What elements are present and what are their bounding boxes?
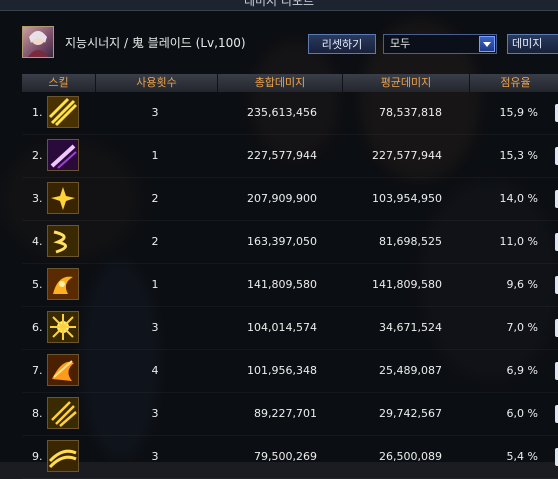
row-share: 5,4 % — [506, 450, 538, 463]
window-title: 데미지 리포트 — [243, 0, 315, 8]
column-header-total: 총합데미지 — [218, 74, 343, 92]
row-avg-damage: 81,698,525 — [379, 235, 442, 248]
row-uses: 3 — [151, 407, 159, 420]
player-avatar — [22, 26, 54, 58]
row-index: 4. — [32, 235, 43, 248]
character-portrait-icon — [28, 31, 48, 57]
row-avg-damage: 26,500,089 — [379, 450, 442, 463]
row-uses: 4 — [151, 364, 159, 377]
row-share: 6,0 % — [506, 407, 538, 420]
lightning-swirl-icon — [47, 225, 79, 257]
row-total-damage: 101,956,348 — [247, 364, 317, 377]
row-share: 14,0 % — [499, 192, 538, 205]
row-index: 8. — [32, 407, 43, 420]
column-header-avg: 평균데미지 — [343, 74, 470, 92]
row-index: 9. — [32, 450, 43, 463]
row-total-damage: 104,014,574 — [247, 321, 317, 334]
column-header-skill: 스킬 — [22, 74, 96, 92]
row-total-damage: 235,613,456 — [247, 106, 317, 119]
table-row: 7. 4 101,956,348 25,489,087 6,9 % — [22, 350, 558, 393]
row-uses: 1 — [151, 278, 159, 291]
table-row: 9. 3 79,500,269 26,500,089 5,4 % — [22, 436, 558, 479]
table-row: 6. 3 104,014,574 34,671,524 7,0 % — [22, 307, 558, 350]
row-index: 6. — [32, 321, 43, 334]
row-uses: 2 — [151, 235, 159, 248]
row-share: 11,0 % — [499, 235, 538, 248]
table-row: 2. 1 227,577,944 227,577,944 15,3 % — [22, 135, 558, 178]
row-share: 15,3 % — [499, 149, 538, 162]
row-avg-damage: 227,577,944 — [372, 149, 442, 162]
row-avg-damage: 103,954,950 — [372, 192, 442, 205]
row-uses: 2 — [151, 192, 159, 205]
row-total-damage: 89,227,701 — [254, 407, 317, 420]
filter-select-value: 모두 — [390, 37, 411, 50]
row-total-damage: 227,577,944 — [247, 149, 317, 162]
table-row: 8. 3 89,227,701 29,742,567 6,0 % — [22, 393, 558, 436]
filter-select[interactable]: 모두 — [383, 34, 497, 54]
row-index: 1. — [32, 106, 43, 119]
slash-icon-purple — [47, 139, 79, 171]
row-share: 6,9 % — [506, 364, 538, 377]
table-row: 5. 1 141,809,580 141,809,580 9,6 % — [22, 264, 558, 307]
row-share: 7,0 % — [506, 321, 538, 334]
spark-burst-icon — [47, 182, 79, 214]
row-total-damage: 141,809,580 — [247, 278, 317, 291]
row-index: 2. — [32, 149, 43, 162]
table-row: 4. 2 163,397,050 81,698,525 11,0 % — [22, 221, 558, 264]
table-row: 1. 3 235,613,456 78,537,818 15,9 % — [22, 92, 558, 135]
column-header-share: 점유율 — [470, 74, 558, 92]
row-share: 9,6 % — [506, 278, 538, 291]
table-body: 1. 3 235,613,456 78,537,818 15,9 % 2. 1 … — [22, 92, 558, 479]
row-index: 3. — [32, 192, 43, 205]
report-header: 지능시너지 / 鬼 블레이드 (Lv,100) 리셋하기 모두 데미지 — [0, 20, 558, 68]
column-header-uses: 사용횟수 — [96, 74, 218, 92]
dropdown-arrow-icon[interactable] — [479, 36, 495, 52]
row-avg-damage: 141,809,580 — [372, 278, 442, 291]
flame-dragon-icon — [47, 268, 79, 300]
row-share: 15,9 % — [499, 106, 538, 119]
damage-tab-button[interactable]: 데미지 — [507, 34, 558, 54]
damage-table: 스킬 사용횟수 총합데미지 평균데미지 점유율 1. 3 235,613,456… — [22, 74, 558, 479]
row-total-damage: 79,500,269 — [254, 450, 317, 463]
row-avg-damage: 25,489,087 — [379, 364, 442, 377]
row-uses: 3 — [151, 106, 159, 119]
triple-slash-icon — [47, 397, 79, 429]
row-avg-damage: 29,742,567 — [379, 407, 442, 420]
row-total-damage: 163,397,050 — [247, 235, 317, 248]
starburst-icon — [47, 311, 79, 343]
window-titlebar[interactable]: 데미지 리포트 — [0, 0, 558, 11]
row-uses: 3 — [151, 321, 159, 334]
row-uses: 3 — [151, 450, 159, 463]
flame-slash-icon — [47, 354, 79, 386]
row-index: 7. — [32, 364, 43, 377]
damage-report-window: 데미지 리포트 지능시너지 / 鬼 블레이드 (Lv,100) 리셋하기 모두 … — [0, 0, 558, 479]
row-index: 5. — [32, 278, 43, 291]
reset-button[interactable]: 리셋하기 — [308, 34, 376, 54]
row-uses: 1 — [151, 149, 159, 162]
slash-icon-yellow — [47, 96, 79, 128]
row-avg-damage: 78,537,818 — [379, 106, 442, 119]
table-row: 3. 2 207,909,900 103,954,950 14,0 % — [22, 178, 558, 221]
row-avg-damage: 34,671,524 — [379, 321, 442, 334]
wave-slash-icon — [47, 440, 79, 472]
table-header: 스킬 사용횟수 총합데미지 평균데미지 점유율 — [22, 74, 558, 92]
player-name: 지능시너지 / 鬼 블레이드 (Lv,100) — [65, 36, 246, 50]
row-total-damage: 207,909,900 — [247, 192, 317, 205]
